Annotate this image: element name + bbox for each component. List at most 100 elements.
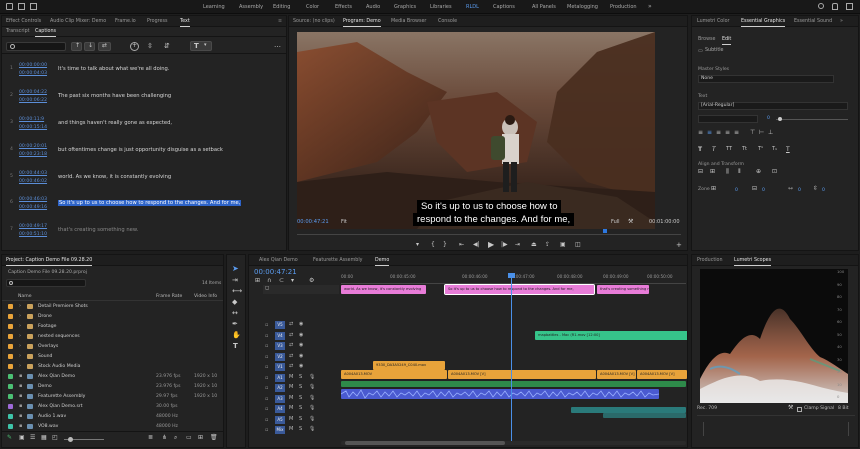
track-select-icon[interactable]: ⇥ xyxy=(232,277,238,284)
caption-row[interactable]: 1 00:00:00:00 00:00:04:03 It's time to t… xyxy=(2,61,286,83)
workspace-captions[interactable]: Captions xyxy=(493,4,515,10)
project-item[interactable]: ▪ Alex Qian Demo 23.976 fps 1920 x 10 xyxy=(8,373,222,381)
align-v-icon[interactable]: ⊞ xyxy=(710,169,715,175)
search-icon[interactable] xyxy=(818,3,824,9)
track-target[interactable]: Mix xyxy=(275,426,285,434)
all-caps-icon[interactable]: TT xyxy=(726,147,732,152)
eye-icon[interactable]: ◉ xyxy=(299,353,303,359)
underline-icon[interactable]: T xyxy=(786,147,790,153)
playback-scrubber[interactable] xyxy=(297,230,681,235)
font-size-slider[interactable] xyxy=(776,119,848,120)
track-target[interactable]: A2 xyxy=(275,384,285,392)
voiceover-icon[interactable]: 🎙 xyxy=(309,416,315,422)
search-input[interactable] xyxy=(6,42,66,51)
caption-clip-selected[interactable]: So it's up to us to choose how to respon… xyxy=(444,284,595,295)
valign-top-icon[interactable]: ⊤ xyxy=(750,130,755,136)
snap-icon[interactable]: ∩ xyxy=(267,278,271,284)
eye-icon[interactable]: ◉ xyxy=(299,342,303,348)
timeline-timecode[interactable]: 00:00:47:21 xyxy=(254,268,297,276)
caption-row[interactable]: 3 00:00:11:9 00:00:15:14 and things have… xyxy=(2,115,286,137)
zone-x-value[interactable]: 0 xyxy=(735,188,738,193)
voiceover-icon[interactable]: 🎙 xyxy=(309,426,315,432)
col-frame-rate[interactable]: Frame Rate xyxy=(156,294,182,299)
col-name[interactable]: Name xyxy=(18,294,32,299)
caption-in-time[interactable]: 00:00:46:03 xyxy=(19,197,47,202)
lock-icon[interactable]: ▫ xyxy=(265,343,268,349)
tab-browse[interactable]: Browse xyxy=(698,37,715,42)
program-timecode[interactable]: 00:00:47:21 xyxy=(297,219,329,225)
lock-icon[interactable]: ▫ xyxy=(265,427,268,433)
next-button[interactable]: ↓ xyxy=(84,42,95,51)
caption-in-time[interactable]: 00:00:11:9 xyxy=(19,117,44,122)
lock-icon[interactable]: ▫ xyxy=(265,396,268,402)
project-item[interactable]: ▪ Audio 1.wav 48000 Hz xyxy=(8,413,222,421)
zone-h-value[interactable]: 0 xyxy=(822,188,825,193)
hand-tool-icon[interactable]: ✋ xyxy=(232,332,241,339)
small-caps-icon[interactable]: Tt xyxy=(742,147,747,152)
master-style-dropdown[interactable]: None xyxy=(698,75,834,83)
slip-tool-icon[interactable]: ↔ xyxy=(232,310,238,317)
lock-icon[interactable]: ▫ xyxy=(265,322,268,328)
workspace-production[interactable]: Production xyxy=(610,4,637,10)
tab-source[interactable]: Source: (no clips) xyxy=(293,19,335,24)
merge-caption-icon[interactable]: ⇵ xyxy=(164,43,170,50)
tab-essential-graphics[interactable]: Essential Graphics xyxy=(741,19,786,27)
workspace-learning[interactable]: Learning xyxy=(203,4,225,10)
caption-text[interactable]: and things haven't really gone as expect… xyxy=(58,120,172,126)
layer-name[interactable]: Subtitle xyxy=(705,48,724,53)
solo-icon[interactable]: S xyxy=(299,416,302,422)
playhead-marker[interactable] xyxy=(603,229,607,233)
video-clip[interactable]: A004A013.MOV [V] xyxy=(448,370,596,379)
step-back-icon[interactable]: ◀| xyxy=(473,242,480,248)
caption-out-time[interactable]: 00:00:46:02 xyxy=(19,179,47,184)
audio-clip[interactable] xyxy=(603,413,686,418)
font-style-dropdown[interactable] xyxy=(698,115,758,123)
tab-lumetri-color[interactable]: Lumetri Color xyxy=(697,19,730,24)
sort-icon[interactable]: ≣ xyxy=(148,435,153,441)
subscript-icon[interactable]: T₁ xyxy=(772,147,777,152)
wrench-icon[interactable]: ⚒ xyxy=(628,218,633,225)
track-header[interactable]: ▫ V1 ⇄ ◉ xyxy=(263,363,339,372)
tab-text[interactable]: Text xyxy=(180,19,190,27)
find-icon[interactable]: ⌕ xyxy=(174,435,177,441)
tab-program[interactable]: Program: Demo xyxy=(343,19,381,27)
file-icon[interactable]: ▪ xyxy=(19,393,22,399)
file-icon[interactable]: ▪ xyxy=(19,413,22,419)
project-item[interactable]: › Overlays xyxy=(8,343,222,351)
valign-bottom-icon[interactable]: ⊥ xyxy=(768,130,773,136)
track-target[interactable]: V5 xyxy=(275,321,285,329)
caption-in-time[interactable]: 00:00:20:01 xyxy=(19,144,47,149)
tab-essential-sound[interactable]: Essential Sound xyxy=(794,19,832,24)
fullscreen-icon[interactable] xyxy=(846,3,853,10)
caption-in-time[interactable]: 00:00:44:03 xyxy=(19,171,47,176)
chevron-right-icon[interactable]: › xyxy=(19,323,21,329)
bold-icon[interactable]: T xyxy=(698,147,702,153)
caption-text[interactable]: It's time to talk about what we're all d… xyxy=(58,66,169,72)
project-item[interactable]: › nested sequences xyxy=(8,333,222,341)
zoom-slider-thumb[interactable] xyxy=(68,437,73,442)
video-clip[interactable]: A004A013.MOV [V] xyxy=(637,370,687,379)
workspace-assembly[interactable]: Assembly xyxy=(239,4,263,10)
green-video-clip[interactable]: mapbattles - Mac (R1.mov [12:00] xyxy=(535,331,687,340)
mark-out-icon[interactable]: } xyxy=(443,242,447,248)
extract-icon[interactable]: ⇪ xyxy=(545,242,550,248)
caption-out-time[interactable]: 00:00:23:18 xyxy=(19,152,47,157)
lock-icon[interactable]: ▫ xyxy=(265,385,268,391)
lock-icon[interactable]: ▫ xyxy=(265,406,268,412)
caption-row[interactable]: 5 00:00:44:03 00:00:46:02 world. As we k… xyxy=(2,169,286,191)
file-icon[interactable]: ▪ xyxy=(19,373,22,379)
zone-w-value[interactable]: 0 xyxy=(798,188,801,193)
distribute-icon[interactable]: ⫼ xyxy=(726,169,729,175)
go-to-in-icon[interactable]: ⇤ xyxy=(459,242,464,248)
lock-icon[interactable]: ▣ xyxy=(19,435,25,441)
track-header[interactable]: ▫ Mix M S 🎙 xyxy=(263,426,339,435)
tab-effect-controls[interactable]: Effect Controls xyxy=(6,19,41,24)
caption-text[interactable]: So it's up to us to choose how to respon… xyxy=(58,200,242,206)
lift-icon[interactable]: ⏏ xyxy=(531,242,537,248)
solo-icon[interactable]: S xyxy=(299,374,302,380)
track-header[interactable]: ▫ V3 ⇄ ◉ xyxy=(263,342,339,351)
import-icon[interactable] xyxy=(18,3,25,10)
fit-dropdown[interactable]: Fit xyxy=(341,219,347,225)
workspace-metalogging[interactable]: Metalogging xyxy=(567,4,598,10)
caption-row-selected[interactable]: 6 00:00:46:03 00:00:49:16 So it's up to … xyxy=(2,195,286,217)
